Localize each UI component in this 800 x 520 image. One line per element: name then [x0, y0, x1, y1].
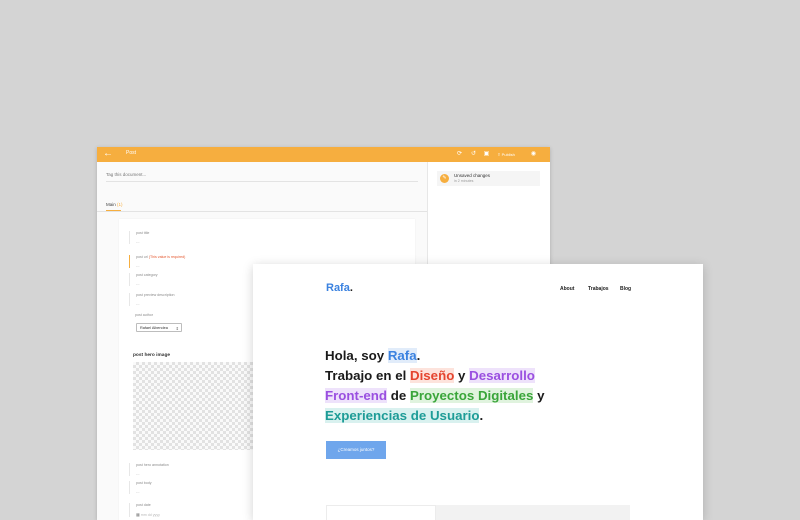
hero-image-label: post hero image — [133, 353, 171, 358]
content-card — [326, 505, 436, 520]
required-error: (This value is required) — [148, 255, 186, 259]
author-select[interactable]: Rafael Albendea ⇕ — [136, 323, 182, 332]
status-title: Unsaved changes — [454, 173, 491, 178]
headline-text: Hola, soy — [325, 348, 388, 363]
author-value: Rafael Albendea — [140, 326, 168, 330]
tag-input[interactable]: Tag this document... — [106, 172, 146, 177]
status-subtitle: in 2 minutes — [454, 179, 474, 183]
publish-label: Publish — [501, 152, 515, 157]
headline-text: y — [454, 368, 470, 383]
tab-main-count: (1) — [117, 202, 123, 207]
preview-icon[interactable]: ▣ — [482, 150, 491, 159]
pencil-icon: ✎ — [440, 174, 449, 183]
unsaved-changes-card: ✎ Unsaved changes in 2 minutes — [437, 171, 540, 186]
field-value: --- — [136, 240, 140, 244]
calendar-icon: ▦ — [136, 512, 140, 517]
highlight-design: Diseño — [409, 368, 455, 383]
headline-line-2: Trabajo en el Diseño y Desarrollo — [325, 366, 625, 386]
highlight-digital-projects: Proyectos Digitales — [409, 388, 534, 403]
highlight-frontend: Front-end — [325, 388, 388, 403]
date-placeholder: mm dd yyyy — [140, 513, 160, 517]
field-label: post url (This value is required) — [136, 255, 296, 259]
nav-about[interactable]: About — [560, 286, 574, 292]
nav-trabajos[interactable]: Trabajos — [588, 286, 609, 292]
site-logo[interactable]: Rafa. — [326, 282, 353, 294]
refresh-icon[interactable]: ⟳ — [455, 150, 464, 159]
divider — [106, 181, 418, 182]
headline-line-1: Hola, soy Rafa. — [325, 346, 625, 366]
divider — [97, 211, 427, 212]
field-label: post title — [136, 231, 150, 235]
hero-headline: Hola, soy Rafa. Trabajo en el Diseño y D… — [325, 346, 625, 426]
upload-icon: ⇪ — [497, 152, 501, 157]
cms-toolbar: ← Post ⟳ ↺ ▣ ⇪ Publish ◉ — [97, 147, 550, 162]
select-arrows-icon: ⇕ — [175, 326, 179, 331]
headline-text: . — [479, 408, 484, 423]
cta-button[interactable]: ¿Creamos juntos? — [326, 441, 386, 459]
tab-main-label: Main — [106, 202, 116, 207]
eye-icon[interactable]: ◉ — [529, 150, 538, 159]
history-icon[interactable]: ↺ — [469, 150, 478, 159]
logo-dot: . — [349, 282, 353, 294]
field-label-text: post url — [136, 255, 148, 259]
nav-blog[interactable]: Blog — [620, 286, 631, 292]
portfolio-site-window: Rafa. About Trabajos Blog Hola, soy Rafa… — [253, 264, 703, 520]
highlight-development: Desarrollo — [469, 368, 535, 383]
arrow-left-icon[interactable]: ← — [103, 148, 113, 160]
headline-text: Trabajo en el — [325, 368, 410, 383]
publish-button[interactable]: ⇪ Publish — [494, 150, 518, 159]
highlight-ux: Experiencias de Usuario — [325, 408, 480, 423]
logo-text: Rafa — [326, 282, 350, 294]
highlight-name: Rafa — [387, 348, 417, 363]
headline-line-3: Front-end de Proyectos Digitales y — [325, 386, 625, 406]
headline-text: de — [387, 388, 410, 403]
headline-line-4: Experiencias de Usuario. — [325, 406, 625, 426]
document-type-label: Post — [126, 150, 137, 156]
field-post-title[interactable]: post title --- — [129, 231, 296, 244]
headline-text: . — [416, 348, 421, 363]
tab-main[interactable]: Main (1) — [106, 202, 123, 207]
headline-text: y — [533, 388, 545, 403]
